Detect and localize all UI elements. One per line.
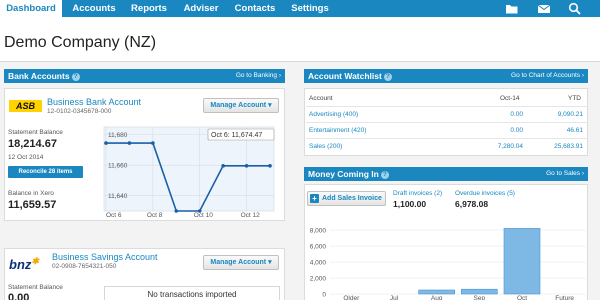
chart-tooltip-text: Oct 6: 11,674.47 [211,132,262,139]
add-sales-invoice-label: Add Sales Invoice [322,195,382,202]
overdue-invoices-value: 6,978.08 [455,199,489,209]
go-to-banking-link[interactable]: Go to Banking › [236,69,281,83]
divider [306,122,587,123]
watchlist-title: Account Watchlist? [308,69,392,83]
data-point [127,141,132,145]
go-to-chart-of-accounts-link[interactable]: Go to Chart of Accounts › [511,69,584,83]
account-number: 12-0102-0345678-000 [47,108,112,115]
data-point [104,141,108,145]
watchlist-row-account[interactable]: Entertainment (420) [309,127,366,134]
tab-settings[interactable]: Settings [288,0,332,17]
manage-account-button[interactable]: Manage Account ▾ [203,98,279,113]
watchlist-row-month[interactable]: 7,280.04 [480,143,523,150]
y-tick-label: 11,660 [108,163,128,170]
plus-icon: + [310,194,319,203]
watchlist-bar: Account Watchlist? Go to Chart of Accoun… [304,69,588,83]
watchlist-row-ytd[interactable]: 9,090.21 [540,111,583,118]
data-point [244,164,249,168]
watchlist-row-ytd[interactable]: 46.61 [540,127,583,134]
y-tick-label: 11,680 [108,132,128,139]
statement-balance-value: 18,214.67 [8,138,57,150]
tab-adviser[interactable]: Adviser [180,0,222,17]
data-point [197,209,202,213]
page-header: Demo Company (NZ) [0,17,600,62]
tab-reports[interactable]: Reports [128,0,170,17]
money-coming-in-chart: 0 2,000 4,000 6,000 8,000 Older Jul Aug Sep Oct F… [310,228,586,300]
watchlist-header-account: Account [309,95,333,102]
watchlist-header-month: Oct-14 [500,95,520,102]
balance-in-xero-label: Balance in Xero [8,190,54,197]
bank-accounts-title: Bank Accounts? [8,69,80,83]
watchlist-row-month[interactable]: 0.00 [480,111,523,118]
y-tick-label: 4,000 [310,260,327,267]
page-title: Demo Company (NZ) [4,34,157,51]
x-tick-label: Jul [390,295,399,300]
savings-account-number: 02-0908-7654321-050 [52,263,117,270]
savings-statement-value: 0.00 [8,292,30,300]
top-nav: Dashboard Accounts Reports Adviser Conta… [0,0,600,17]
data-point [221,164,225,168]
x-tick-label: Aug [431,295,443,300]
statement-date: 12 Oct 2014 [8,154,44,161]
help-icon[interactable]: ? [383,73,392,81]
watchlist-header-ytd: YTD [568,95,581,102]
folder-icon[interactable] [505,2,519,15]
x-tick-label: Oct 6 [106,212,122,219]
account-balance-chart: 11,680 11,660 11,640 Oct 6 Oct 8 Oct 10 Oct 1… [103,126,275,219]
asb-logo: ASB [9,100,42,112]
search-icon[interactable] [568,2,582,15]
bank-accounts-bar: Bank Accounts? Go to Banking › [4,69,285,83]
y-tick-label: 6,000 [310,244,327,251]
account-name[interactable]: Business Bank Account [47,97,141,107]
draft-invoices-link[interactable]: Draft invoices (2) [393,190,442,197]
data-point [151,141,155,145]
x-tick-label: Oct 10 [194,212,214,219]
go-to-sales-link[interactable]: Go to Sales › [546,167,584,181]
reconcile-button[interactable]: Reconcile 28 items [8,166,83,178]
help-icon[interactable]: ? [71,73,80,81]
no-transactions-box: No transactions imported [104,286,280,300]
x-tick-label: Oct [517,295,527,300]
tab-accounts[interactable]: Accounts [66,0,122,17]
tab-contacts[interactable]: Contacts [232,0,278,17]
tab-dashboard[interactable]: Dashboard [0,0,62,17]
add-sales-invoice-button[interactable]: + Add Sales Invoice [307,191,386,206]
y-tick-label: 2,000 [310,276,327,283]
overdue-invoices-link[interactable]: Overdue invoices (5) [455,190,515,197]
watchlist-row-ytd[interactable]: 25,683.91 [540,143,583,150]
no-transactions-text: No transactions imported [147,290,237,299]
watchlist-row-account[interactable]: Advertising (400) [309,111,358,118]
draft-invoices-value: 1,100.00 [393,199,427,209]
data-point [268,164,272,168]
bnz-logo: bnz✱ [9,256,39,272]
money-coming-in-bar: Money Coming In? Go to Sales › [304,167,588,181]
x-tick-label: Sep [474,295,486,300]
savings-account-name[interactable]: Business Savings Account [52,252,158,262]
mail-icon[interactable] [537,2,551,15]
y-tick-label: 11,640 [108,193,128,200]
divider [306,138,587,139]
bar [418,289,455,295]
x-tick-label: Future [555,295,574,300]
savings-statement-label: Statement Balance [8,284,63,291]
x-tick-label: Oct 8 [147,212,163,219]
divider [306,106,587,107]
balance-in-xero-value: 11,659.57 [8,199,57,211]
x-tick-label: Oct 12 [241,212,261,219]
help-icon[interactable]: ? [380,171,389,179]
statement-balance-label: Statement Balance [8,129,63,136]
watchlist-row-month[interactable]: 0.00 [480,127,523,134]
data-point [174,209,179,213]
money-coming-in-title: Money Coming In? [308,167,389,181]
savings-manage-account-button[interactable]: Manage Account ▾ [203,255,279,270]
bar [503,228,541,295]
bar [461,288,498,295]
y-tick-label: 8,000 [310,228,327,235]
watchlist-row-account[interactable]: Sales (200) [309,143,342,150]
y-tick-label: 0 [322,292,326,299]
x-tick-label: Older [343,295,360,300]
